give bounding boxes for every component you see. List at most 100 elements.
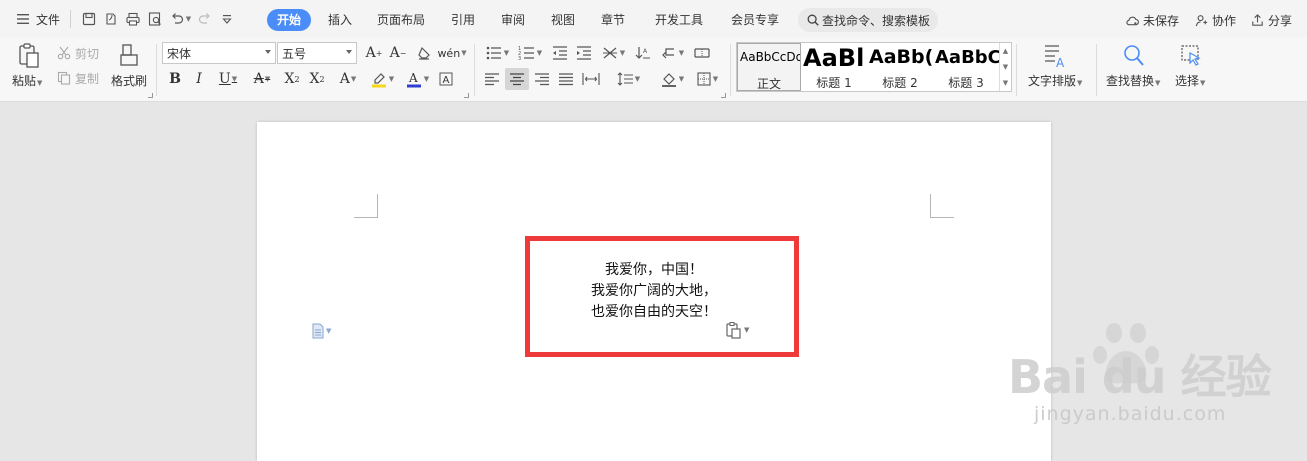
baidu-watermark: Bai du 经验 jingyan.baidu.com: [1000, 315, 1300, 455]
italic-icon[interactable]: I: [190, 70, 208, 88]
highlighter-icon: [371, 73, 386, 88]
paste-button[interactable]: [14, 42, 44, 70]
chevron-down-icon[interactable]: ▼: [1000, 59, 1011, 75]
cloud-icon: [1126, 16, 1139, 25]
tab-page-layout[interactable]: 页面布局: [370, 9, 432, 31]
page-margin-corner-left: [354, 194, 378, 218]
clear-format-icon[interactable]: [414, 44, 434, 62]
tab-developer[interactable]: 开发工具: [648, 9, 710, 31]
export-pdf-icon[interactable]: [100, 8, 122, 30]
font-size-select[interactable]: 五号: [277, 42, 357, 64]
menu-bar: 文件 ▼ 开始 插入 页面布局 引用 审阅 视图 章节 开发工具 会员专享 查找…: [0, 0, 1307, 38]
cursor-select-icon: [1181, 45, 1201, 66]
command-search-input[interactable]: 查找命令、搜索模板: [798, 8, 938, 32]
home-ribbon: 粘贴▼ 剪切 复制 格式刷 宋体 五号 A + A − wén ▼ B I U ▼ A ▼…: [0, 38, 1307, 102]
print-preview-icon[interactable]: [144, 8, 166, 30]
style-heading-1[interactable]: AaBl 标题 1: [801, 43, 867, 91]
chinese-layout-icon[interactable]: ▼: [598, 44, 628, 62]
copy-button[interactable]: 复制: [56, 69, 99, 87]
collaborate-button[interactable]: 协作: [1194, 9, 1236, 31]
decrease-indent-icon[interactable]: [550, 44, 570, 62]
highlight-color-button[interactable]: ▼: [367, 70, 397, 88]
table-layout-icon[interactable]: [692, 44, 712, 62]
styles-scrollbar[interactable]: ▲ ▼ ▼: [999, 43, 1011, 91]
text-effect-icon[interactable]: A ▼: [334, 70, 362, 88]
numbered-list-icon[interactable]: 1 2 3 ▼: [515, 44, 545, 62]
bold-icon[interactable]: B: [166, 70, 184, 88]
paragraph-handle[interactable]: ▼: [311, 323, 331, 339]
file-menu[interactable]: 文件: [12, 0, 60, 38]
show-hide-marks-icon[interactable]: ▼: [657, 44, 687, 62]
font-name-select[interactable]: 宋体: [162, 42, 276, 64]
paragraph-dialog-launcher[interactable]: [721, 93, 726, 98]
tab-insert[interactable]: 插入: [322, 9, 358, 31]
annotation-highlight-box: [525, 236, 799, 357]
svg-text:A: A: [1056, 56, 1065, 69]
find-replace-button[interactable]: [1121, 42, 1147, 70]
phonetic-guide-icon[interactable]: wén ▼: [437, 44, 466, 62]
magnifier-icon: [1124, 45, 1144, 66]
align-right-icon[interactable]: [532, 70, 552, 88]
print-icon[interactable]: [122, 8, 144, 30]
collaborate-label: 协作: [1212, 13, 1237, 28]
shading-icon[interactable]: ▼: [657, 70, 687, 88]
borders-icon[interactable]: ▼: [692, 70, 722, 88]
select-label[interactable]: 选择▼: [1175, 72, 1205, 89]
tab-home[interactable]: 开始: [267, 9, 311, 31]
superscript-icon[interactable]: X2: [281, 70, 303, 88]
style-heading-2[interactable]: AaBb( 标题 2: [867, 43, 933, 91]
increase-font-icon[interactable]: A +: [364, 44, 384, 62]
style-preview: AaBbCcDd: [740, 50, 801, 64]
tab-view[interactable]: 视图: [545, 9, 581, 31]
customize-toolbar-icon[interactable]: [216, 8, 238, 30]
style-heading-3[interactable]: AaBbC 标题 3: [933, 43, 999, 91]
format-painter-label[interactable]: 格式刷: [111, 72, 147, 89]
paste-icon: [19, 43, 39, 68]
increase-indent-icon[interactable]: [574, 44, 594, 62]
svg-text:3: 3: [518, 56, 521, 61]
more-styles-icon[interactable]: ▼: [1000, 75, 1011, 91]
share-label: 分享: [1268, 13, 1293, 28]
format-painter-button[interactable]: [118, 42, 140, 70]
cut-button[interactable]: 剪切: [56, 44, 99, 62]
justify-icon[interactable]: [556, 70, 576, 88]
clipboard-dialog-launcher[interactable]: [148, 93, 153, 98]
text-layout-button[interactable]: A: [1042, 42, 1068, 70]
line-spacing-icon[interactable]: ▼: [613, 70, 643, 88]
ribbon-separator: [730, 44, 731, 96]
chevron-up-icon[interactable]: ▲: [1000, 43, 1011, 59]
text-layout-label[interactable]: 文字排版▼: [1028, 72, 1082, 89]
find-replace-label[interactable]: 查找替换▼: [1106, 72, 1160, 89]
align-left-icon[interactable]: [482, 70, 502, 88]
tab-references[interactable]: 引用: [445, 9, 481, 31]
share-button[interactable]: 分享: [1250, 9, 1292, 31]
paste-label[interactable]: 粘贴▼: [12, 72, 42, 89]
undo-icon[interactable]: ▼: [166, 8, 194, 30]
subscript-icon[interactable]: X2: [306, 70, 328, 88]
select-button[interactable]: [1178, 42, 1204, 70]
sort-icon[interactable]: A: [633, 44, 653, 62]
chevron-down-icon: [265, 50, 271, 54]
tab-member[interactable]: 会员专享: [724, 9, 786, 31]
hamburger-icon: [12, 8, 34, 30]
ribbon-separator: [1096, 44, 1097, 96]
svg-text:A: A: [408, 71, 418, 85]
distribute-icon[interactable]: [580, 70, 602, 88]
font-name-value: 宋体: [167, 46, 192, 61]
save-icon[interactable]: [78, 8, 100, 30]
decrease-font-icon[interactable]: A −: [388, 44, 408, 62]
align-center-icon[interactable]: [505, 68, 529, 90]
unsaved-status[interactable]: 未保存: [1125, 9, 1179, 31]
file-menu-label: 文件: [36, 12, 61, 27]
tab-chapter[interactable]: 章节: [595, 9, 631, 31]
character-border-icon[interactable]: A: [437, 70, 455, 88]
redo-icon[interactable]: [194, 8, 216, 30]
tab-review[interactable]: 审阅: [495, 9, 531, 31]
bullet-list-icon[interactable]: ▼: [482, 44, 512, 62]
strikethrough-icon[interactable]: A ▼: [248, 70, 276, 88]
font-dialog-launcher[interactable]: [464, 93, 469, 98]
style-normal[interactable]: AaBbCcDd 正文: [737, 43, 801, 91]
underline-icon[interactable]: U ▼: [214, 70, 242, 88]
font-color-button[interactable]: A ▼: [402, 70, 432, 88]
style-name: 标题 2: [882, 76, 918, 90]
